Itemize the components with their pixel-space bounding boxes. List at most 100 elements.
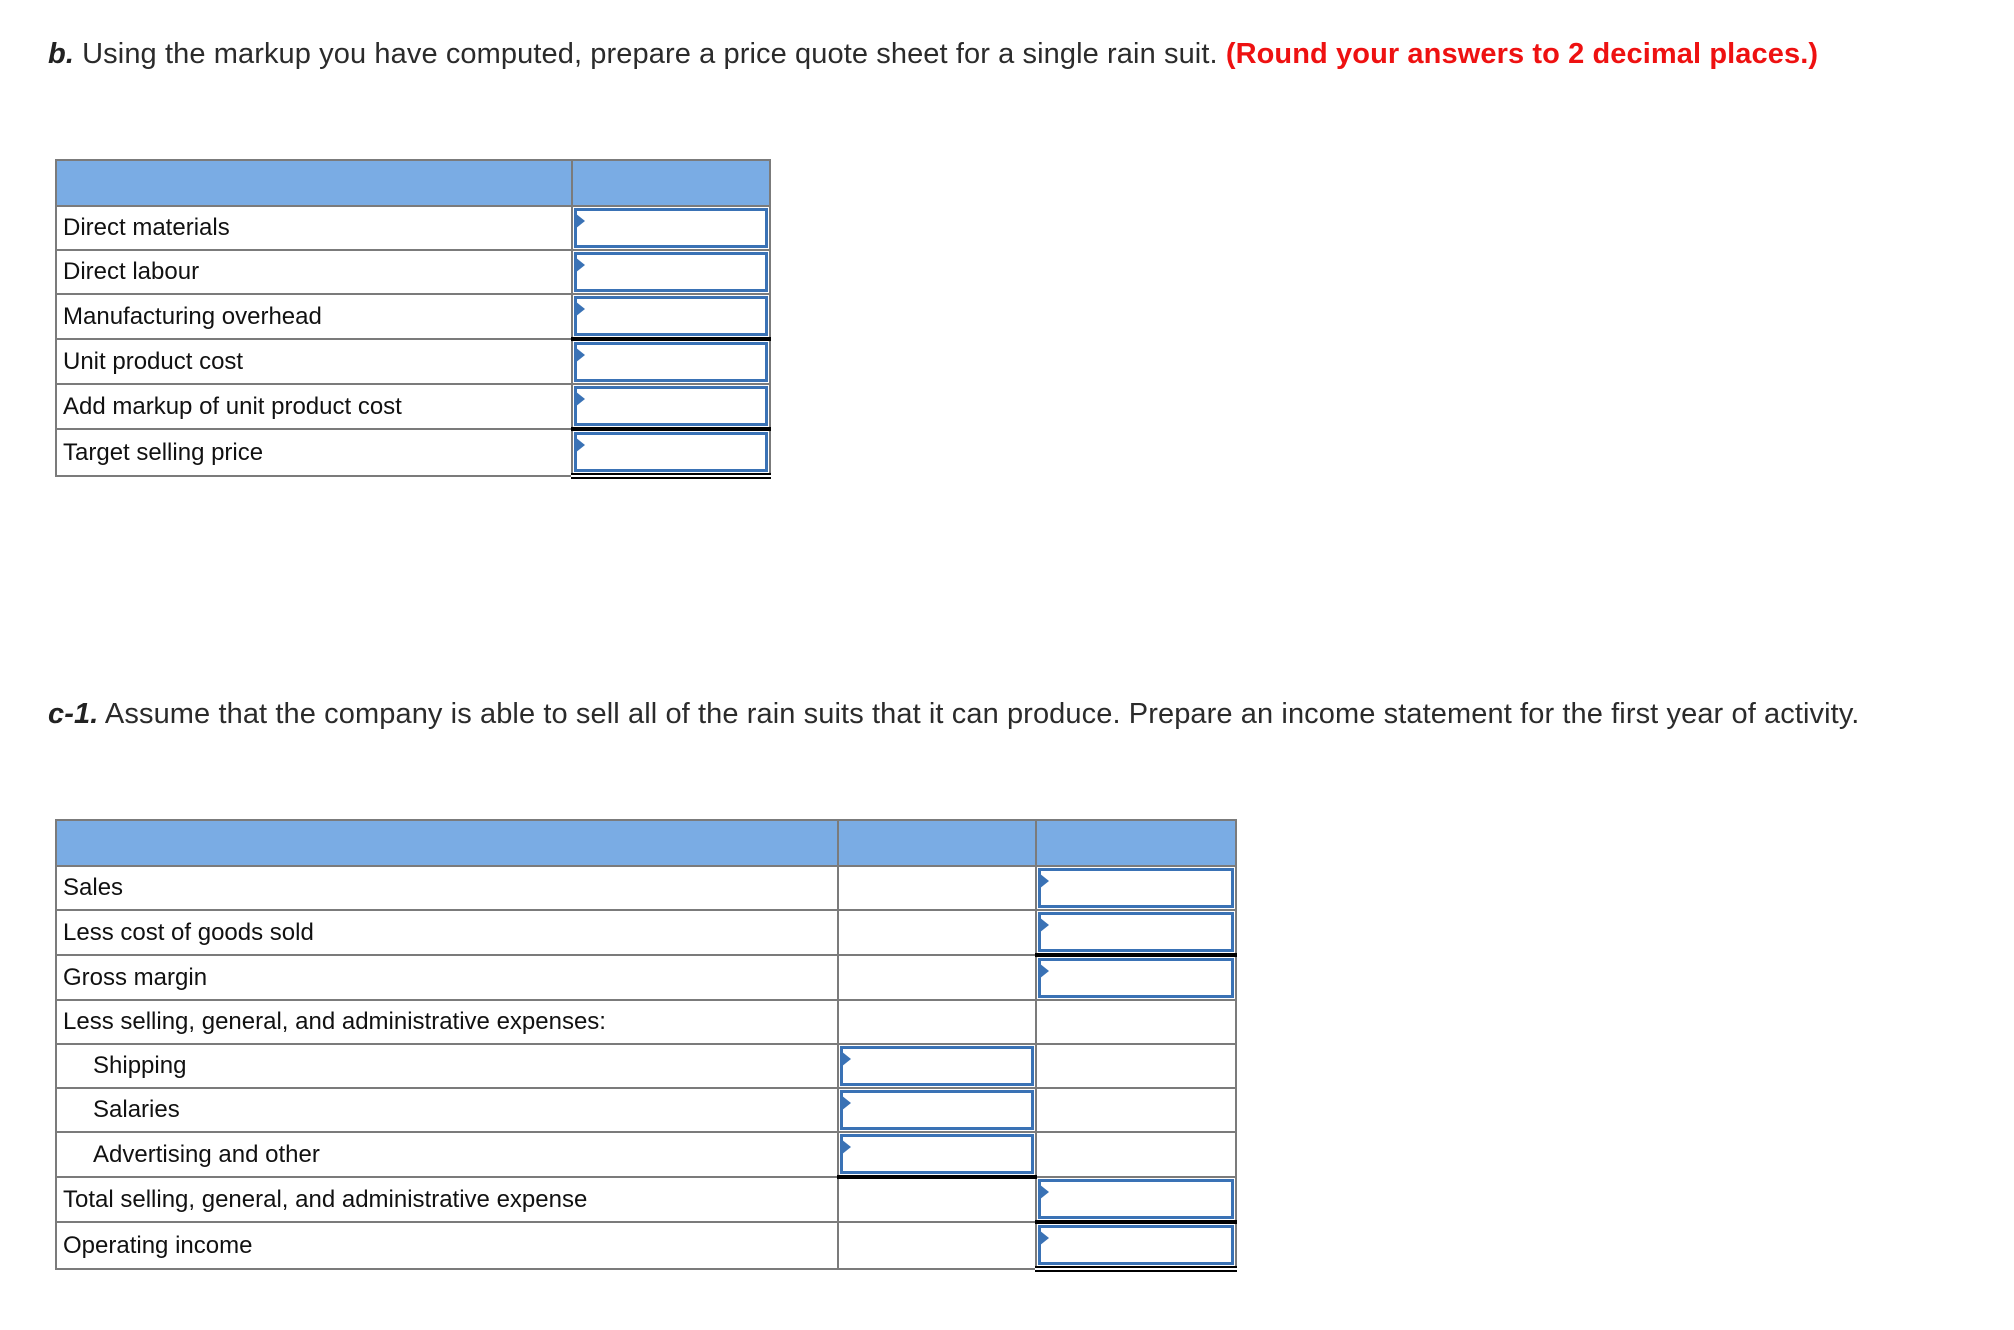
table-row: Less selling, general, and administrativ… xyxy=(55,999,1237,1045)
input-marker-icon xyxy=(1039,963,1049,979)
table-row: Manufacturing overhead xyxy=(55,293,771,341)
empty-cell xyxy=(837,865,1037,911)
direct-labour-input-box[interactable] xyxy=(574,252,768,292)
input-marker-icon xyxy=(575,257,585,273)
rounding-note: (Round your answers to 2 decimal places.… xyxy=(1225,38,1819,70)
advertising-input[interactable] xyxy=(843,1137,1031,1171)
header-cell xyxy=(55,159,573,207)
row-label: Salaries xyxy=(55,1087,839,1133)
part-b-label: b. xyxy=(48,38,74,70)
row-label: Direct labour xyxy=(55,249,573,295)
value-cell xyxy=(1035,1221,1237,1272)
gross-margin-input-box[interactable] xyxy=(1038,958,1234,998)
table-row: Shipping xyxy=(55,1043,1237,1089)
empty-cell xyxy=(837,999,1037,1045)
part-c1-instructions: c-1. Assume that the company is able to … xyxy=(48,696,1948,733)
input-marker-icon xyxy=(1039,1184,1049,1200)
header-cell xyxy=(571,159,771,207)
input-marker-icon xyxy=(841,1139,851,1155)
input-marker-icon xyxy=(1039,917,1049,933)
empty-cell xyxy=(1035,1087,1237,1133)
input-marker-icon xyxy=(575,437,585,453)
markup-input[interactable] xyxy=(577,389,765,423)
advertising-input-box[interactable] xyxy=(840,1134,1034,1174)
salaries-input[interactable] xyxy=(843,1093,1031,1127)
table-row: Target selling price xyxy=(55,428,771,479)
price-quote-sheet: Direct materials Direct labour Manufactu… xyxy=(55,159,771,479)
table-row: Direct labour xyxy=(55,249,771,295)
sales-input-box[interactable] xyxy=(1038,868,1234,908)
row-label: Less selling, general, and administrativ… xyxy=(55,999,839,1045)
manufacturing-overhead-input-box[interactable] xyxy=(574,296,768,336)
input-marker-icon xyxy=(841,1095,851,1111)
empty-cell xyxy=(1035,1043,1237,1089)
direct-materials-input-box[interactable] xyxy=(574,208,768,248)
part-b-text: Using the markup you have computed, prep… xyxy=(73,38,1226,70)
table-row: Operating income xyxy=(55,1221,1237,1272)
table-row: Salaries xyxy=(55,1087,1237,1133)
input-marker-icon xyxy=(841,1051,851,1067)
salaries-input-box[interactable] xyxy=(840,1090,1034,1130)
target-selling-price-input[interactable] xyxy=(577,435,765,469)
row-label: Advertising and other xyxy=(55,1131,839,1178)
value-cell xyxy=(1035,909,1237,957)
table-header-row xyxy=(55,819,1237,867)
unit-product-cost-input[interactable] xyxy=(577,345,765,379)
empty-cell xyxy=(837,1176,1037,1223)
table-row: Advertising and other xyxy=(55,1131,1237,1179)
value-cell xyxy=(571,205,771,251)
shipping-input-box[interactable] xyxy=(840,1046,1034,1086)
empty-cell xyxy=(837,954,1037,1001)
row-label: Manufacturing overhead xyxy=(55,293,573,340)
part-c1-text: Assume that the company is able to sell … xyxy=(98,698,1860,730)
cogs-input-box[interactable] xyxy=(1038,912,1234,952)
row-label: Less cost of goods sold xyxy=(55,909,839,956)
input-marker-icon xyxy=(575,213,585,229)
header-cell xyxy=(837,819,1037,867)
markup-input-box[interactable] xyxy=(574,386,768,426)
row-label: Operating income xyxy=(55,1221,839,1270)
sales-input[interactable] xyxy=(1041,871,1231,905)
table-row: Unit product cost xyxy=(55,338,771,385)
manufacturing-overhead-input[interactable] xyxy=(577,299,765,333)
input-marker-icon xyxy=(575,301,585,317)
header-cell xyxy=(1035,819,1237,867)
unit-product-cost-input-box[interactable] xyxy=(574,342,768,382)
direct-materials-input[interactable] xyxy=(577,211,765,245)
operating-income-input[interactable] xyxy=(1041,1228,1231,1262)
value-cell xyxy=(571,249,771,295)
part-b-instructions: b. Using the markup you have computed, p… xyxy=(48,36,1948,73)
part-c1-label: c-1. xyxy=(48,698,99,730)
value-cell xyxy=(1035,865,1237,911)
target-selling-price-input-box[interactable] xyxy=(574,432,768,472)
table-row: Sales xyxy=(55,865,1237,911)
input-marker-icon xyxy=(575,391,585,407)
total-sga-input[interactable] xyxy=(1041,1182,1231,1216)
table-row: Add markup of unit product cost xyxy=(55,383,771,431)
empty-cell xyxy=(1035,999,1237,1045)
row-label: Add markup of unit product cost xyxy=(55,383,573,430)
row-label: Sales xyxy=(55,865,839,911)
row-label: Direct materials xyxy=(55,205,573,251)
total-sga-input-box[interactable] xyxy=(1038,1179,1234,1219)
gross-margin-input[interactable] xyxy=(1041,961,1231,995)
value-cell xyxy=(1035,954,1237,1001)
table-row: Less cost of goods sold xyxy=(55,909,1237,957)
direct-labour-input[interactable] xyxy=(577,255,765,289)
cogs-input[interactable] xyxy=(1041,915,1231,949)
value-cell xyxy=(571,428,771,479)
row-label: Shipping xyxy=(55,1043,839,1089)
empty-cell xyxy=(1035,1131,1237,1178)
income-statement: Sales Less cost of goods sold Gross marg… xyxy=(55,819,1237,1272)
input-marker-icon xyxy=(575,347,585,363)
empty-cell xyxy=(837,909,1037,956)
operating-income-input-box[interactable] xyxy=(1038,1225,1234,1265)
row-label: Total selling, general, and administrati… xyxy=(55,1176,839,1223)
value-cell xyxy=(571,383,771,431)
input-marker-icon xyxy=(1039,873,1049,889)
shipping-input[interactable] xyxy=(843,1049,1031,1083)
table-header-row xyxy=(55,159,771,207)
table-row: Direct materials xyxy=(55,205,771,251)
table-row: Gross margin xyxy=(55,954,1237,1001)
value-cell xyxy=(1035,1176,1237,1224)
